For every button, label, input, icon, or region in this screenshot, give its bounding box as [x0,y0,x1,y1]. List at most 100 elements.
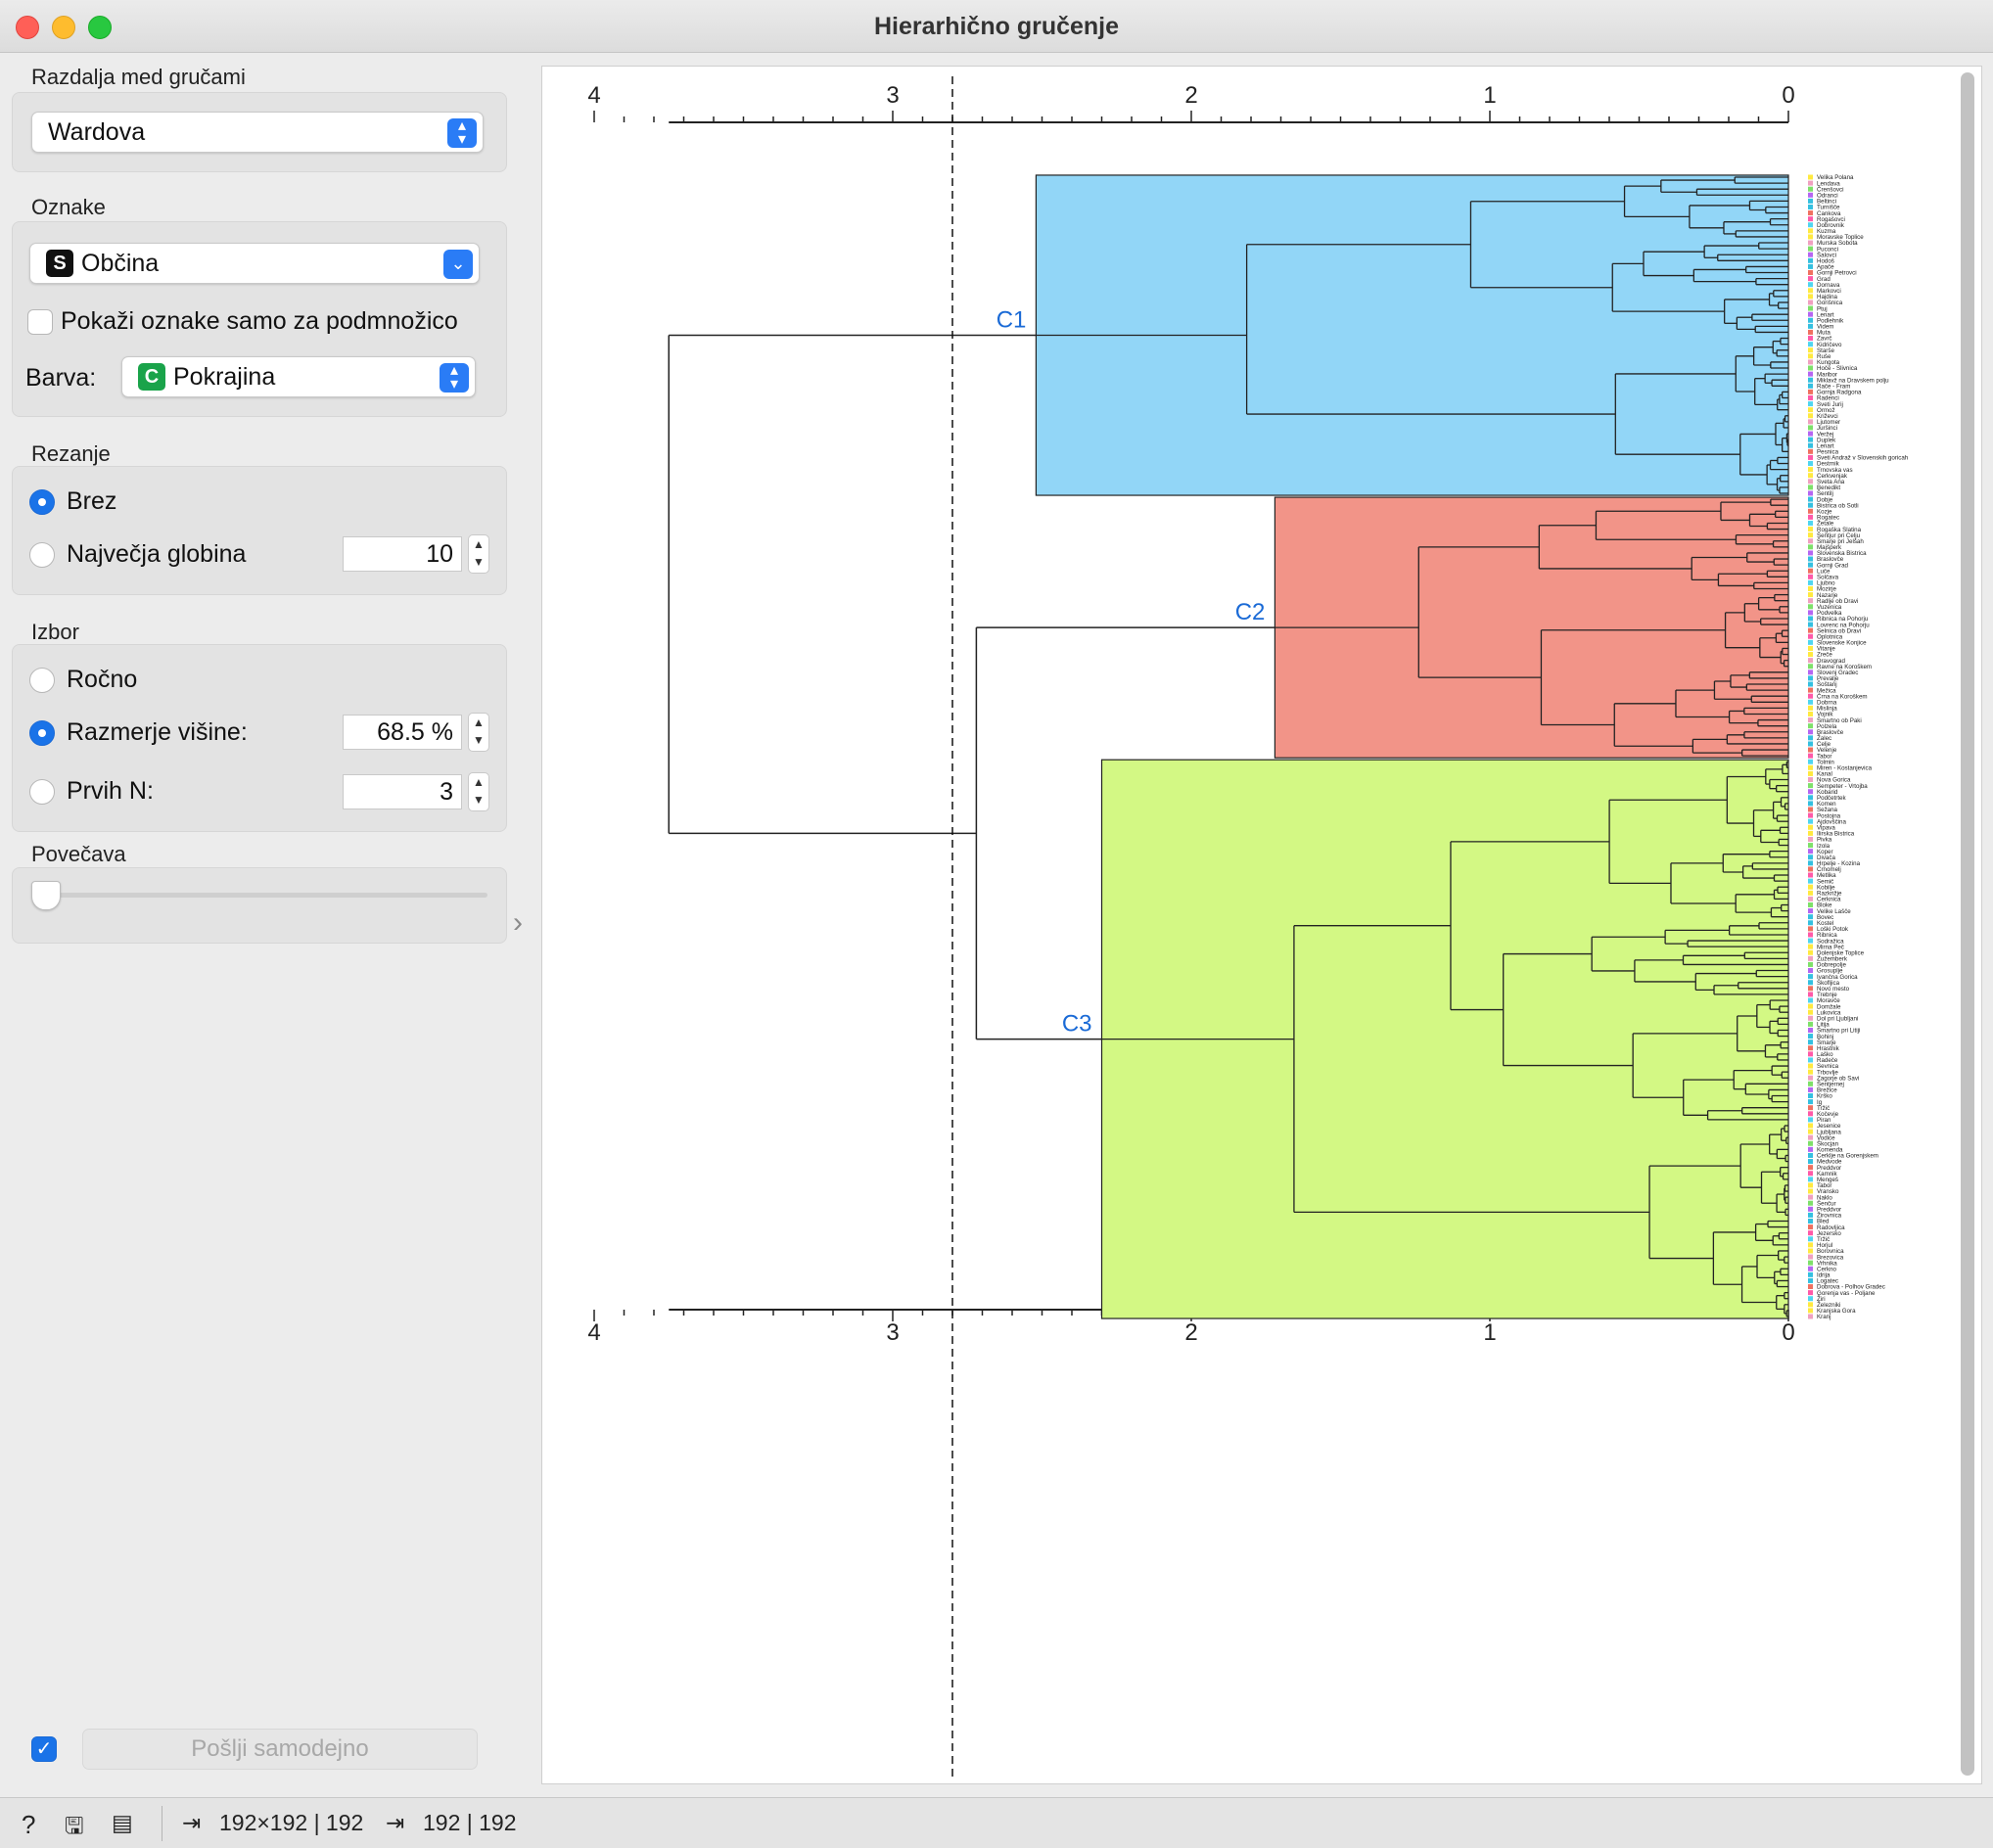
leaf-color-marker [1808,633,1813,639]
leaf-color-marker [1808,442,1813,448]
selection-manual-radio[interactable] [29,668,55,693]
leaf-color-marker [1808,1290,1813,1296]
selection-top-n-label: Prvih N: [67,777,154,805]
leaf-color-marker [1808,353,1813,359]
leaf-color-marker [1808,974,1813,980]
leaf-color-marker [1808,527,1813,532]
height-ratio-stepper[interactable]: ▲ ▼ [468,713,489,752]
leaf-color-marker [1808,240,1813,246]
zoom-slider-track[interactable] [35,893,487,898]
leaf-color-marker [1808,622,1813,627]
leaf-color-marker [1808,807,1813,812]
leaf-color-marker [1808,872,1813,878]
subset-labels-checkbox[interactable] [27,309,53,335]
leaf-color-marker [1808,961,1813,967]
leaf-color-marker [1808,556,1813,562]
selection-height-ratio-label: Razmerje višine: [67,718,248,746]
leaf-color-marker [1808,389,1813,394]
dendrogram-canvas[interactable]: 4 3 2 1 0 4 3 2 1 0 C1 C2 C3 Velika Polana Lendava Čren… [541,66,1982,1784]
cluster-label: C2 [1235,599,1266,625]
leaf-color-marker [1808,884,1813,890]
leaf-color-marker [1808,735,1813,741]
leaf-color-marker [1808,896,1813,901]
color-dropdown[interactable]: C Pokrajina ▴ ▾ [121,356,476,397]
selection-height-ratio-radio[interactable] [29,720,55,746]
leaf-color-marker [1808,1284,1813,1290]
leaf-color-marker [1808,1129,1813,1134]
send-button[interactable]: Pošlji samodejno [82,1729,478,1770]
report-icon[interactable]: ▤ [112,1810,133,1836]
string-variable-icon: S [46,250,73,277]
leaf-color-marker [1808,252,1813,257]
leaf-color-marker [1808,1212,1813,1218]
leaf-color-marker [1808,1230,1813,1236]
help-icon[interactable]: ? [22,1810,35,1840]
leaf-color-marker [1808,849,1813,855]
pruning-none-radio[interactable] [29,489,55,515]
leaf-color-marker [1808,1308,1813,1314]
top-n-stepper[interactable]: ▲ ▼ [468,772,489,811]
leaf-color-marker [1808,1015,1813,1021]
leaf-label: Gorenja vas - Poljane [1817,1290,1876,1297]
leaf-color-marker [1808,878,1813,884]
zoom-window-button[interactable] [88,16,112,39]
leaf-color-marker [1808,467,1813,473]
close-window-button[interactable] [16,16,39,39]
minimize-window-button[interactable] [52,16,75,39]
max-depth-input[interactable]: 10 [343,536,462,572]
save-icon[interactable]: 🖫 [65,1810,84,1848]
auto-send-checkbox[interactable]: ✓ [31,1736,57,1762]
zoom-slider-handle[interactable] [31,881,61,910]
subset-labels-label: Pokaži oznake samo za podmnožico [61,307,458,335]
pruning-max-depth-radio[interactable] [29,542,55,568]
leaf-color-marker [1808,502,1813,508]
leaf-color-marker [1808,257,1813,263]
leaf-color-marker [1808,860,1813,866]
linkage-dropdown[interactable]: Wardova ▴ ▾ [31,112,484,153]
zoom-label: Povečava [31,842,126,866]
vertical-scrollbar[interactable] [1961,72,1974,1776]
leaf-color-marker [1808,639,1813,645]
pruning-max-depth-label: Največja globina [67,540,247,568]
leaf-color-marker [1808,1111,1813,1117]
leaf-color-marker [1808,270,1813,276]
axis-tick-label: 3 [886,1319,899,1346]
leaf-color-marker [1808,204,1813,209]
leaf-color-marker [1808,574,1813,579]
window-title: Hierarhično gručenje [873,13,1120,40]
leaf-color-marker [1808,192,1813,198]
max-depth-stepper[interactable]: ▲ ▼ [468,534,489,574]
leaf-color-marker [1808,777,1813,783]
leaf-color-marker [1808,830,1813,836]
axis-tick-label: 4 [587,82,600,109]
collapse-panel-chevron-icon[interactable]: › [513,906,523,940]
annotation-dropdown[interactable]: S Občina ⌄ [29,243,480,284]
leaf-color-marker [1808,753,1813,759]
leaf-color-marker [1808,783,1813,789]
leaf-color-marker [1808,926,1813,932]
leaf-color-marker [1808,944,1813,949]
color-label: Barva: [25,364,97,392]
height-ratio-input[interactable]: 68.5 % [343,715,462,750]
axis-tick-label: 2 [1184,82,1197,109]
leaf-color-marker [1808,705,1813,711]
leaf-color-marker [1808,1182,1813,1188]
leaf-color-marker [1808,723,1813,729]
axis-tick-label: 0 [1782,82,1794,109]
top-n-input[interactable]: 3 [343,774,462,809]
leaf-color-marker [1808,1075,1813,1081]
leaf-color-marker [1808,568,1813,574]
leaf-color-marker [1808,461,1813,467]
leaf-color-marker [1808,1021,1813,1027]
leaf-color-marker [1808,1027,1813,1033]
leaf-color-marker [1808,670,1813,675]
leaf-color-marker [1808,1314,1813,1319]
leaf-color-marker [1808,1177,1813,1182]
selection-top-n-radio[interactable] [29,779,55,805]
dendrogram-plot[interactable]: 4 3 2 1 04 3 2 1 0C1C2C3Velika PolanaLendavaČren… [542,67,1983,1785]
leaf-color-marker [1808,818,1813,824]
leaf-color-marker [1808,770,1813,776]
linkage-value: Wardova [48,118,146,146]
leaf-color-marker [1808,276,1813,282]
leaf-color-marker [1808,949,1813,955]
